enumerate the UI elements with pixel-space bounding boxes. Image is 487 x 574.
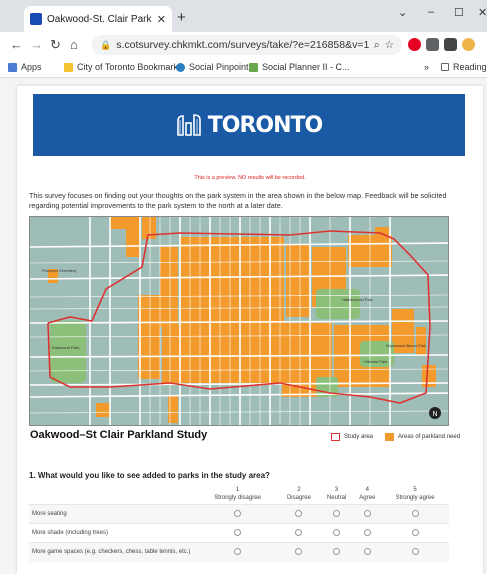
new-tab-button[interactable]: + (177, 9, 186, 26)
radio-shade-2[interactable] (295, 528, 303, 536)
close-tab-icon[interactable]: ✕ (157, 13, 166, 26)
radio-shade-5[interactable] (411, 528, 419, 536)
close-window-button[interactable]: ✕ (478, 6, 487, 19)
scale-header-1: 1 Strongly disagree (214, 487, 261, 501)
apps-grid-icon (8, 62, 17, 72)
tab-search-icon[interactable]: ⌄ (398, 6, 407, 19)
question-title: 1. What would you like to see added to p… (29, 471, 270, 480)
puzzle-extensions-icon[interactable] (444, 38, 457, 51)
scale-header-3: 3 Neutral (326, 487, 347, 501)
bookmarks-more-button[interactable]: » (424, 62, 429, 72)
map-title: Oakwood–St Clair Parkland Study (30, 429, 208, 441)
forward-arrow-icon[interactable]: → (30, 37, 43, 52)
radio-shade-4[interactable] (363, 528, 371, 536)
map-graphic: N Prospect Cemetery Earlscourt Park Hath… (30, 217, 448, 425)
home-icon[interactable]: ⌂ (70, 37, 78, 52)
radio-games-5[interactable] (411, 547, 419, 555)
intro-text: This survey focuses on finding out your … (29, 191, 447, 210)
browser-tab[interactable]: Oakwood-St. Clair Parkland Stud ✕ (24, 6, 172, 32)
address-bar[interactable]: 🔒 s.cotsurvey.chkmkt.com/surveys/take/?e… (92, 35, 402, 55)
parkland-need-areas (48, 217, 436, 423)
survey-favicon-icon (30, 13, 42, 25)
radio-games-1[interactable] (234, 547, 242, 555)
bookmark-social-pinpoint[interactable]: Social Pinpoint (176, 62, 249, 72)
map-label-hillcrest: Hillcrest Park (364, 359, 388, 364)
lock-icon: 🔒 (100, 39, 112, 50)
minimize-button[interactable]: – (428, 6, 434, 18)
header-blank (29, 484, 197, 505)
parkland-need-swatch (385, 433, 394, 441)
table-row: More game spaces (e.g. checkers, chess, … (29, 542, 449, 562)
bookmark-apps[interactable]: Apps (8, 62, 42, 72)
social-planner-icon (249, 62, 258, 72)
tab-title: Oakwood-St. Clair Parkland Stud (47, 13, 152, 25)
row-label-seating: More seating (29, 504, 197, 524)
study-area-swatch (331, 433, 340, 441)
preview-notice: This is a preview. NO results will be re… (194, 175, 306, 181)
radio-seating-3[interactable] (333, 509, 341, 517)
extension-icon[interactable] (426, 38, 439, 51)
pinterest-extension-icon[interactable] (408, 38, 421, 51)
legend-study-area: Study area (331, 433, 373, 441)
study-area-map: N Prospect Cemetery Earlscourt Park Hath… (29, 216, 449, 426)
likert-table: 1 Strongly disagree 2 Disagree 3 Neutral 4A… (29, 484, 449, 562)
radio-games-2[interactable] (295, 547, 303, 555)
scale-header-5: 5 Strongly agree (395, 487, 435, 501)
radio-games-4[interactable] (363, 547, 371, 555)
reload-icon[interactable]: ↻ (50, 37, 61, 53)
row-label-game-spaces: More game spaces (e.g. checkers, chess, … (29, 542, 197, 562)
reading-list-icon (441, 63, 449, 71)
folder-icon (64, 62, 73, 72)
map-label-wychwood: Wychwood Barns Park (386, 343, 426, 348)
radio-seating-1[interactable] (234, 509, 242, 517)
radio-seating-2[interactable] (295, 509, 303, 517)
toronto-wordmark: TORONTO (207, 112, 323, 138)
radio-seating-4[interactable] (363, 509, 371, 517)
profile-avatar[interactable] (462, 38, 475, 51)
url-text: s.cotsurvey.chkmkt.com/surveys/take/?e=2… (116, 39, 369, 51)
legend-parkland-need: Areas of parkland need (385, 433, 460, 441)
scale-header-4: 4 Agree (359, 487, 376, 501)
map-label-prospect: Prospect Cemetery (42, 268, 76, 273)
table-row: More seating (29, 504, 449, 524)
map-label-earlscourt: Earlscourt Park (52, 345, 79, 350)
tab-strip: Oakwood-St. Clair Parkland Stud ✕ + ⌄ – … (0, 0, 487, 32)
reading-list-button[interactable]: Reading l (441, 62, 487, 72)
back-arrow-icon[interactable]: ← (10, 37, 23, 52)
survey-card: TORONTO This is a preview. NO results wi… (17, 86, 483, 574)
header-banner: TORONTO (33, 94, 465, 156)
radio-games-3[interactable] (333, 547, 341, 555)
bookmarks-bar: Apps City of Toronto Bookmarks Social Pi… (0, 58, 487, 78)
page-content: TORONTO This is a preview. NO results wi… (0, 78, 487, 574)
table-row: More shade (including trees) (29, 523, 449, 543)
row-label-shade: More shade (including trees) (29, 523, 197, 543)
bookmark-folder-city-of-toronto[interactable]: City of Toronto Bookmarks (64, 62, 182, 72)
scale-header-2: 2 Disagree (286, 487, 311, 501)
zoom-icon[interactable]: ⌕ (374, 39, 380, 52)
map-label-hatherwood: Hatherwood Park (342, 297, 373, 302)
radio-seating-5[interactable] (411, 509, 419, 517)
bookmark-star-icon[interactable]: ☆ (385, 39, 394, 51)
radio-shade-1[interactable] (234, 528, 242, 536)
svg-text:N: N (432, 411, 437, 418)
social-pinpoint-icon (176, 62, 185, 72)
maximize-button[interactable]: ☐ (454, 6, 464, 19)
bookmark-social-planner[interactable]: Social Planner II - C... (249, 62, 350, 72)
toolbar: ← → ↻ ⌂ 🔒 s.cotsurvey.chkmkt.com/surveys… (0, 32, 487, 58)
toronto-city-hall-logo-icon (176, 114, 201, 136)
radio-shade-3[interactable] (333, 528, 341, 536)
